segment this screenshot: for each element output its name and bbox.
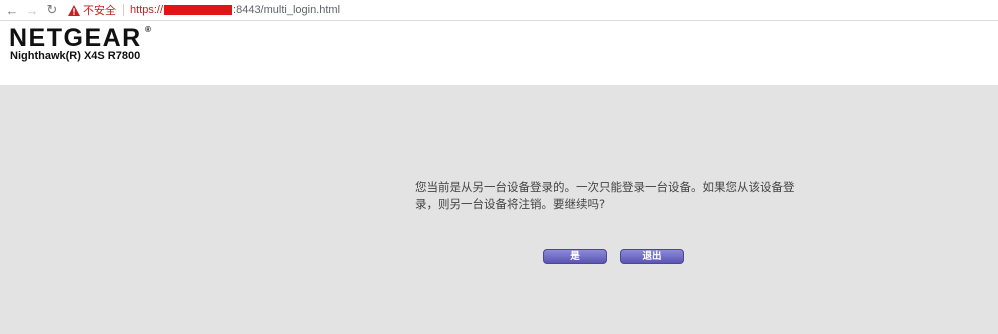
back-arrow-icon[interactable]: ←: [2, 0, 22, 21]
browser-address-bar: ← → ↻ 不安全 https:// :8443/multi_login.htm…: [0, 0, 998, 21]
security-indicator[interactable]: 不安全: [68, 2, 116, 18]
yes-button[interactable]: 是: [543, 249, 607, 264]
url-scheme: https://: [130, 4, 164, 16]
registered-mark: ®: [145, 25, 151, 34]
logout-button[interactable]: 退出: [620, 249, 684, 264]
main-content: 您当前是从另一台设备登录的。一次只能登录一台设备。如果您从该设备登录，则另一台设…: [0, 85, 998, 334]
netgear-logo: NETGEAR: [9, 24, 142, 52]
warning-triangle-icon: [68, 4, 80, 16]
reload-icon[interactable]: ↻: [42, 0, 62, 21]
url-path: :8443/multi_login.html: [233, 4, 341, 16]
security-label: 不安全: [83, 5, 116, 17]
address-separator: [123, 4, 124, 16]
redacted-host: [164, 5, 233, 15]
router-model: Nighthawk(R) X4S R7800: [10, 50, 141, 62]
url-field[interactable]: https:// :8443/multi_login.html: [130, 4, 340, 16]
page-header: NETGEAR ® Nighthawk(R) X4S R7800: [0, 21, 998, 85]
multi-login-message: 您当前是从另一台设备登录的。一次只能登录一台设备。如果您从该设备登录，则另一台设…: [415, 180, 795, 211]
forward-arrow-icon[interactable]: →: [22, 0, 42, 21]
